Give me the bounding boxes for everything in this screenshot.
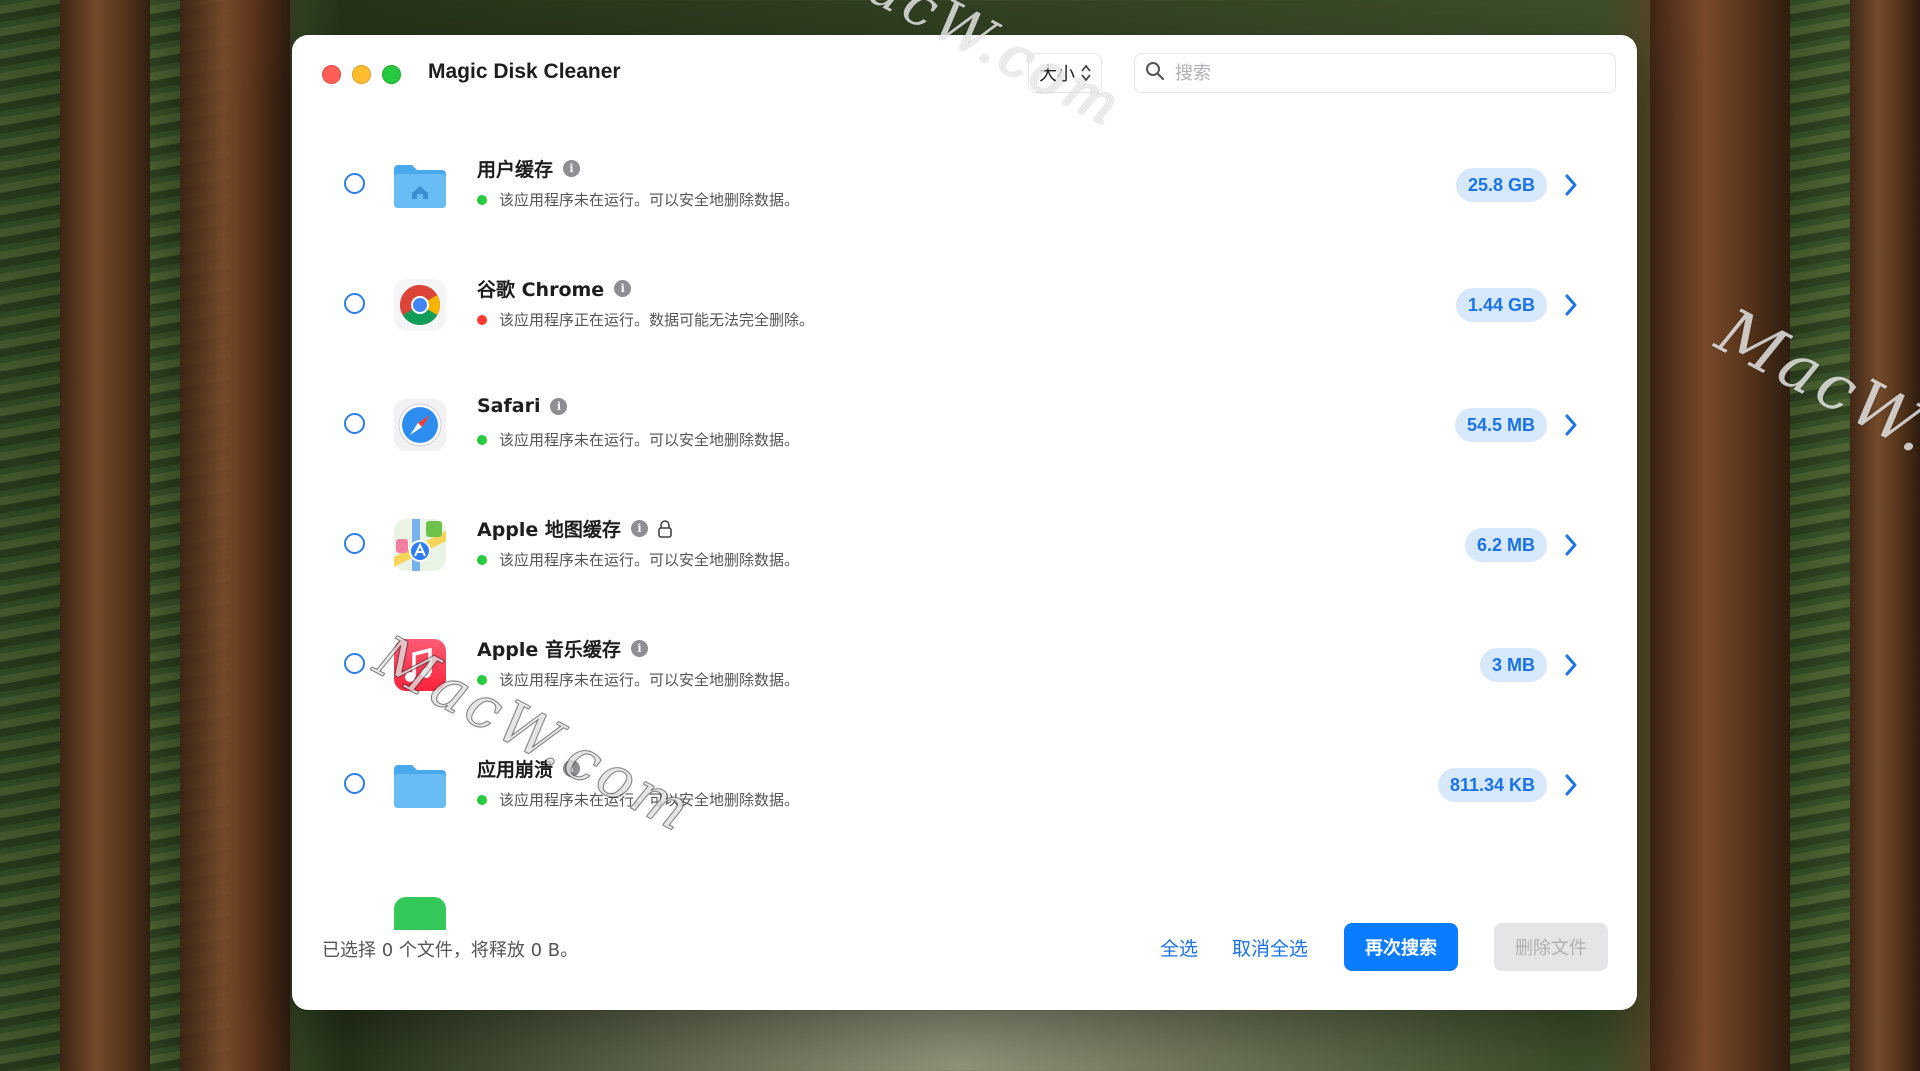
item-name: Apple 地图缓存 i (477, 515, 672, 542)
size-badge: 25.8 GB (1455, 168, 1547, 202)
row-checkbox[interactable] (344, 413, 365, 434)
search-icon (1145, 61, 1165, 85)
size-badge: 3 MB (1479, 648, 1547, 682)
chevron-right-icon[interactable] (1557, 291, 1585, 319)
info-icon[interactable]: i (550, 397, 568, 415)
item-name: 应用崩溃 i (477, 755, 581, 782)
size-badge: 54.5 MB (1454, 408, 1547, 442)
search-box[interactable] (1134, 53, 1616, 93)
footer-bar: 已选择 0 个文件，将释放 0 B。 全选 取消全选 再次搜索 删除文件 (292, 895, 1637, 1010)
info-icon[interactable]: i (630, 520, 648, 537)
item-status: 该应用程序未在运行。可以安全地删除数据。 (477, 549, 799, 570)
item-status: 该应用程序未在运行。可以安全地删除数据。 (477, 789, 799, 810)
item-status: 该应用程序未在运行。可以安全地删除数据。 (477, 429, 799, 450)
size-badge: 811.34 KB (1437, 768, 1547, 802)
row-checkbox[interactable] (344, 173, 365, 194)
item-name: 谷歌 Chrome i (477, 275, 632, 302)
row-checkbox[interactable] (344, 773, 365, 794)
status-dot (477, 194, 487, 205)
list-item[interactable]: Apple 音乐缓存 i 该应用程序未在运行。可以安全地删除数据。 3 MB (292, 605, 1637, 725)
folder-icon (392, 757, 448, 813)
zoom-button[interactable] (382, 65, 401, 84)
status-dot (477, 434, 487, 445)
music-icon (392, 637, 448, 693)
chevron-right-icon[interactable] (1557, 651, 1585, 679)
row-checkbox[interactable] (344, 293, 365, 314)
row-checkbox[interactable] (344, 653, 365, 674)
size-badge: 1.44 GB (1455, 288, 1547, 322)
size-badge: 6.2 MB (1464, 528, 1547, 562)
deselect-all-button[interactable]: 取消全选 (1226, 923, 1314, 971)
info-icon[interactable]: i (563, 160, 581, 177)
chevron-right-icon[interactable] (1557, 171, 1585, 199)
status-dot (477, 674, 487, 685)
search-input[interactable] (1173, 61, 1597, 85)
delete-files-button[interactable]: 删除文件 (1494, 923, 1608, 971)
info-icon[interactable]: i (563, 760, 581, 777)
cache-list: 用户缓存 i 该应用程序未在运行。可以安全地删除数据。 25.8 GB 谷歌 C… (292, 125, 1637, 930)
chevron-right-icon[interactable] (1557, 771, 1585, 799)
item-status: 该应用程序未在运行。可以安全地删除数据。 (477, 669, 799, 690)
window-title: Magic Disk Cleaner (428, 60, 621, 83)
info-icon[interactable]: i (630, 640, 648, 657)
list-item[interactable]: 谷歌 Chrome i 该应用程序正在运行。数据可能无法完全删除。 1.44 G… (292, 245, 1637, 365)
status-dot (477, 314, 487, 325)
item-name: Safari i (477, 395, 568, 417)
list-item[interactable]: 应用崩溃 i 该应用程序未在运行。可以安全地删除数据。 811.34 KB (292, 725, 1637, 845)
close-button[interactable] (322, 65, 341, 84)
chevron-right-icon[interactable] (1557, 531, 1585, 559)
chevron-right-icon[interactable] (1557, 411, 1585, 439)
row-checkbox[interactable] (344, 533, 365, 554)
selection-status: 已选择 0 个文件，将释放 0 B。 (322, 940, 579, 961)
item-status: 该应用程序正在运行。数据可能无法完全删除。 (477, 309, 814, 330)
sort-chevron-icon (1081, 64, 1091, 82)
list-item[interactable]: Apple 地图缓存 i 该应用程序未在运行。可以安全地删除数据。 6.2 MB (292, 485, 1637, 605)
safari-icon (392, 397, 448, 453)
minimize-button[interactable] (352, 65, 371, 84)
app-window: Magic Disk Cleaner 大小 用户缓存 i 该应用程序未在运行。可… (292, 35, 1637, 1010)
select-all-button[interactable]: 全选 (1154, 923, 1204, 971)
list-item[interactable]: 用户缓存 i 该应用程序未在运行。可以安全地删除数据。 25.8 GB (292, 125, 1637, 245)
status-dot (477, 794, 487, 805)
chrome-icon (392, 277, 448, 333)
sort-label: 大小 (1039, 64, 1075, 85)
item-name: Apple 音乐缓存 i (477, 635, 648, 662)
info-icon[interactable]: i (614, 280, 632, 297)
item-status: 该应用程序未在运行。可以安全地删除数据。 (477, 189, 799, 210)
maps-icon (392, 517, 448, 573)
home-folder-icon (392, 157, 448, 213)
list-item[interactable]: Safari i 该应用程序未在运行。可以安全地删除数据。 54.5 MB (292, 365, 1637, 485)
window-controls (322, 65, 401, 84)
sort-selector[interactable]: 大小 (1028, 53, 1102, 93)
rescan-button[interactable]: 再次搜索 (1344, 923, 1458, 971)
status-dot (477, 554, 487, 565)
lock-icon (658, 519, 672, 538)
item-name: 用户缓存 i (477, 155, 581, 182)
